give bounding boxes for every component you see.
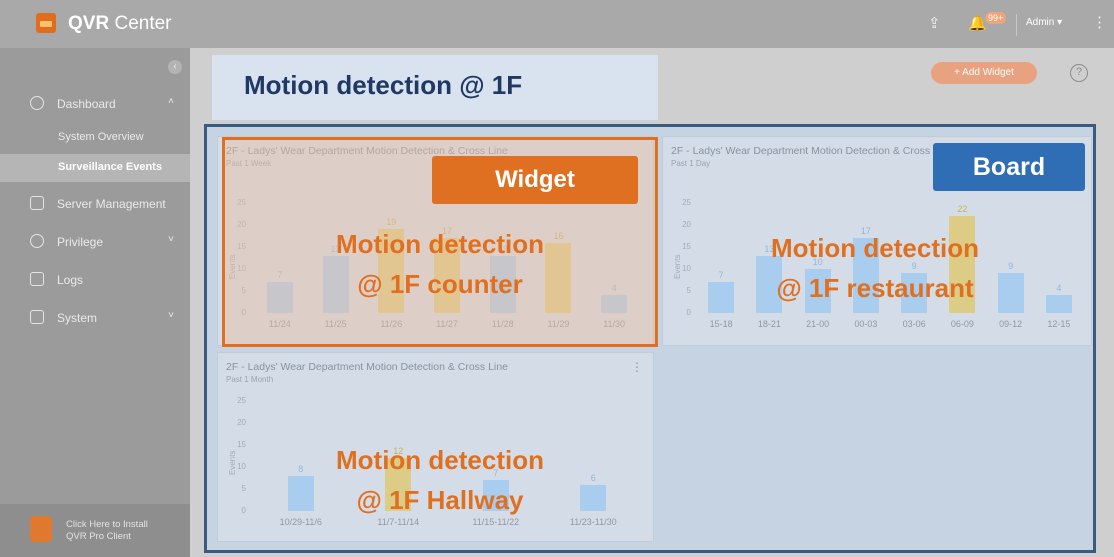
chevron-up-icon: ˄ <box>168 96 174 107</box>
widget-tag: Widget <box>432 156 638 204</box>
install-client-link[interactable]: Click Here to Install QVR Pro Client <box>0 504 190 557</box>
notification-badge: 99+ <box>985 12 1007 24</box>
sidebar-item-server-management[interactable]: Server Management <box>0 190 190 218</box>
x-tick-label: 12-15 <box>1047 319 1071 329</box>
collapse-sidebar-button[interactable]: ‹ <box>168 60 182 74</box>
top-bar: QVR Center ⇪ 🔔 99+ Admin ▾ ⋮ <box>0 0 1114 48</box>
help-icon[interactable]: ? <box>1070 64 1088 82</box>
sidebar-item-label: System Overview <box>58 131 144 143</box>
sidebar-item-label: Privilege <box>57 235 104 249</box>
sidebar-item-surveillance-events[interactable]: Surveillance Events <box>0 154 190 182</box>
bell-icon[interactable]: 🔔 <box>968 14 987 32</box>
kebab-icon[interactable]: ⋮ <box>1092 13 1107 31</box>
sidebar-item-dashboard[interactable]: Dashboard ˄ <box>0 90 190 118</box>
sidebar-item-system[interactable]: System ˅ <box>0 304 190 332</box>
sidebar-item-label: Dashboard <box>57 97 116 111</box>
app-title: QVR Center <box>68 13 172 34</box>
logs-icon <box>30 272 44 286</box>
sidebar-item-system-overview[interactable]: System Overview <box>0 124 190 152</box>
widget-title: 2F - Ladys' Wear Department Motion Detec… <box>671 145 953 157</box>
y-tick-label: 0 <box>686 308 691 317</box>
sidebar-item-label: Logs <box>57 273 84 287</box>
qvr-pro-client-icon <box>30 516 52 542</box>
sidebar-item-privilege[interactable]: Privilege ˅ <box>0 228 190 256</box>
widget-menu-icon[interactable]: ⋮ <box>631 360 643 374</box>
widget-subtitle: Past 1 Month <box>226 375 274 384</box>
add-widget-button[interactable]: + Add Widget <box>931 62 1037 84</box>
page-title: Motion detection @ 1F <box>244 70 523 100</box>
callout-hallway: Motion detection @ 1F Hallway <box>336 445 544 515</box>
y-tick-label: 25 <box>682 198 691 207</box>
divider <box>1016 14 1017 36</box>
callout-restaurant: Motion detection @ 1F restaurant <box>771 233 979 303</box>
install-client-label: Click Here to Install QVR Pro Client <box>66 519 148 542</box>
sidebar-item-label: Server Management <box>57 197 166 211</box>
upload-icon[interactable]: ⇪ <box>928 14 941 32</box>
sidebar-item-label: System <box>57 311 98 325</box>
user-menu[interactable]: Admin ▾ <box>1026 17 1062 28</box>
sidebar: ‹ Dashboard ˄ System Overview Surveillan… <box>0 48 190 557</box>
y-tick-label: 20 <box>237 418 246 427</box>
callout-counter: Motion detection @ 1F counter <box>336 229 544 299</box>
bar-value-label: 22 <box>957 204 968 215</box>
dashboard-icon <box>30 96 44 110</box>
server-icon <box>30 196 44 210</box>
sidebar-item-label: Surveillance Events <box>58 161 162 173</box>
widget-subtitle: Past 1 Day <box>671 159 711 168</box>
board-tag: Board <box>933 143 1085 191</box>
qvr-logo-icon <box>36 13 56 33</box>
widget-title: 2F - Ladys' Wear Department Motion Detec… <box>226 361 508 373</box>
user-icon <box>30 234 44 248</box>
y-tick-label: 25 <box>237 396 246 405</box>
chevron-down-icon: ˅ <box>168 234 174 245</box>
chevron-down-icon: ˅ <box>168 310 174 321</box>
sidebar-item-logs[interactable]: Logs <box>0 266 190 294</box>
system-icon <box>30 310 44 324</box>
